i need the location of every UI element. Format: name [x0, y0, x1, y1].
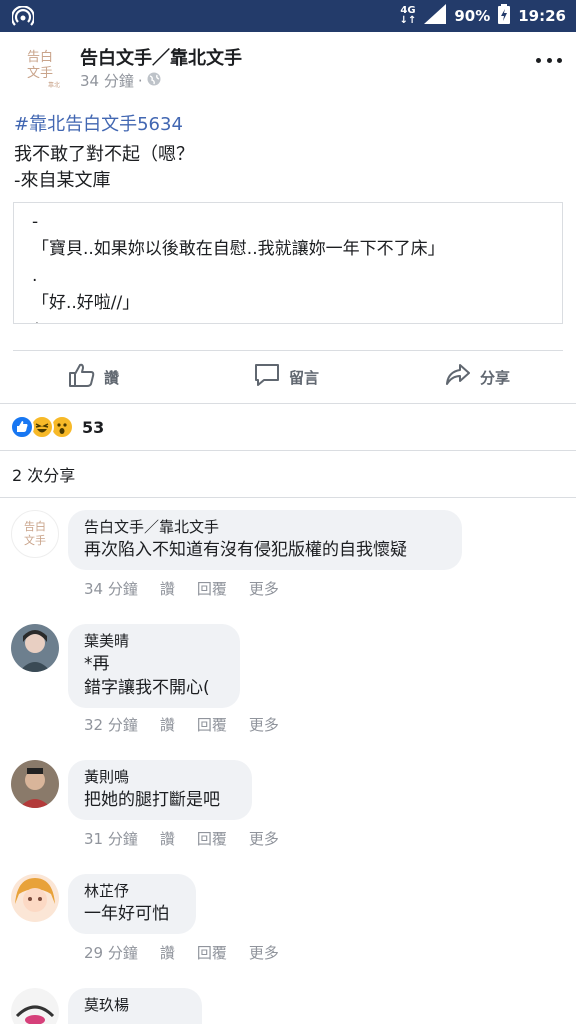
commenter-avatar[interactable] [11, 988, 59, 1024]
comment-reply-button[interactable]: 回覆 [197, 578, 227, 599]
comment-reply-button[interactable]: 回覆 [197, 714, 227, 735]
comment-text: 一年好可怕 [84, 904, 169, 924]
comment-more-button[interactable]: 更多 [249, 714, 279, 735]
comment-like-button[interactable]: 讚 [160, 578, 175, 599]
post-text: 我不敢了對不起（嗯？ -來自某文庫 [14, 144, 194, 191]
comment-text: 把她的腿打斷是吧 [84, 790, 220, 810]
shares-count[interactable]: 2 次分享 [12, 462, 75, 486]
clock: 19:26 [518, 7, 566, 25]
quote-line: 「寶貝..如果妳以後敢在自慰..我就讓妳一年下不了床」 [32, 239, 445, 259]
commenter-avatar[interactable] [11, 624, 59, 672]
page-avatar[interactable]: 告白 文手 靠北 [14, 42, 66, 98]
comment-time: 29 分鐘 [84, 944, 138, 962]
commenter-name[interactable]: 莫玖楊 [84, 994, 186, 1016]
reactions-summary[interactable]: 53 [10, 414, 104, 440]
comment-actions: 32 分鐘 讚 回覆 更多 [84, 714, 301, 735]
commenter-name[interactable]: 林芷伃 [84, 880, 180, 902]
comment-reply-button[interactable]: 回覆 [197, 828, 227, 849]
divider [13, 350, 563, 351]
comment-bubble[interactable]: 林芷伃 一年好可怕 [68, 874, 196, 934]
globe-icon [147, 72, 161, 90]
comment-actions: 31 分鐘 讚 回覆 更多 [84, 828, 301, 849]
comment-bubble[interactable]: 告白文手／靠北文手 再次陷入不知道有沒有侵犯版權的自我懷疑 [68, 510, 462, 570]
like-reaction-icon [10, 415, 34, 439]
commenter-name[interactable]: 告白文手／靠北文手 [84, 516, 446, 538]
post-meta: 34 分鐘 · [80, 70, 161, 91]
signal-icon [424, 4, 447, 28]
quote-line: . [32, 266, 38, 286]
commenter-avatar[interactable] [11, 874, 59, 922]
reaction-count: 53 [82, 417, 105, 437]
comment-bubble[interactable]: 葉美晴 *再 錯字讓我不開心( [68, 624, 240, 708]
comment-button[interactable]: 留言 [253, 352, 319, 402]
comment-like-button[interactable]: 讚 [160, 828, 175, 849]
quote-box[interactable]: - 「寶貝..如果妳以後敢在自慰..我就讓妳一年下不了床」 . 「好..好啦//… [13, 202, 563, 324]
divider [0, 403, 576, 404]
comment-like-button[interactable]: 讚 [160, 942, 175, 963]
comment-more-button[interactable]: 更多 [249, 942, 279, 963]
battery-percent: 90% [454, 7, 491, 25]
commenter-name[interactable]: 黃則鳴 [84, 766, 236, 788]
commenter-name[interactable]: 葉美晴 [84, 630, 224, 652]
comment-like-button[interactable]: 讚 [160, 714, 175, 735]
commenter-avatar[interactable]: 告白 文手 [11, 510, 59, 558]
comment-bubble[interactable]: 黃則鳴 把她的腿打斷是吧 [68, 760, 252, 820]
share-button[interactable]: 分享 [444, 352, 510, 402]
comment-time: 31 分鐘 [84, 830, 138, 848]
comment-time: 32 分鐘 [84, 716, 138, 734]
post-time[interactable]: 34 分鐘 [80, 70, 134, 91]
divider [0, 497, 576, 498]
more-options-icon[interactable] [536, 50, 562, 70]
commenter-avatar[interactable] [11, 760, 59, 808]
quote-line: 「好..好啦//」 [32, 293, 140, 313]
comment-more-button[interactable]: 更多 [249, 828, 279, 849]
comment-actions: 34 分鐘 讚 回覆 更多 [84, 578, 301, 599]
like-button[interactable]: 讚 [68, 352, 119, 402]
comment-text: 錯字讓我不開心( [84, 678, 210, 698]
post-header: 告白 文手 靠北 告白文手／靠北文手 34 分鐘 · [0, 32, 576, 102]
battery-charging-icon [498, 4, 511, 28]
status-bar: 4G ↓↑ 90% 19:26 [0, 0, 576, 32]
hotspot-icon [10, 5, 36, 28]
hashtag-link[interactable]: #靠北告白文手5634 [14, 110, 183, 136]
comment-reply-button[interactable]: 回覆 [197, 942, 227, 963]
network-type: 4G ↓↑ [399, 5, 417, 26]
quote-line: - [32, 212, 39, 232]
comment-icon [253, 362, 281, 392]
divider [0, 450, 576, 451]
comment-bubble[interactable]: 莫玖楊 [68, 988, 202, 1024]
page-name[interactable]: 告白文手／靠北文手 [80, 44, 242, 70]
comment-text: *再 [84, 654, 110, 674]
share-icon [444, 362, 472, 392]
comment-text: 再次陷入不知道有沒有侵犯版權的自我懷疑 [84, 540, 407, 560]
comment-actions: 29 分鐘 讚 回覆 更多 [84, 942, 301, 963]
comment-time: 34 分鐘 [84, 580, 138, 598]
thumbs-up-icon [68, 362, 96, 392]
quote-line: / [32, 317, 544, 323]
action-bar: 讚 留言 分享 [0, 352, 576, 402]
comment-more-button[interactable]: 更多 [249, 578, 279, 599]
